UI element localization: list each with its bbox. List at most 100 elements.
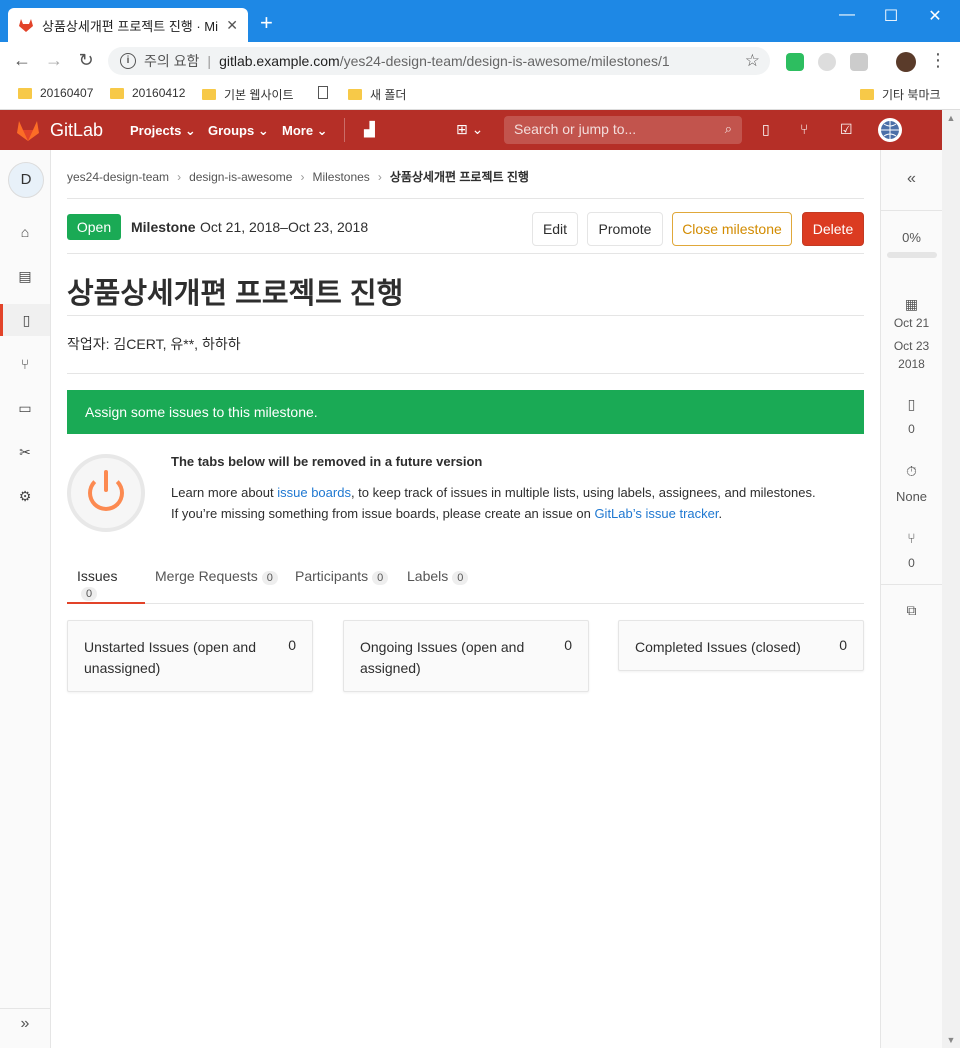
due-year: 2018	[898, 357, 925, 371]
copy-reference-icon[interactable]: ⧉	[881, 602, 942, 619]
extension-icon[interactable]	[818, 53, 836, 71]
address-bar[interactable]: i 주의 요함 | gitlab.example.com/yes24-desig…	[108, 47, 770, 75]
close-tab-icon[interactable]: ✕	[226, 17, 238, 34]
browser-tab[interactable]: 상품상세개편 프로젝트 진행 · Mi ✕	[8, 8, 248, 42]
gitlab-favicon-icon	[19, 19, 33, 32]
issues-icon[interactable]: ▯	[0, 304, 50, 336]
scroll-down-icon[interactable]: ▼	[942, 1032, 960, 1048]
activity-chart-icon[interactable]: ▟	[364, 121, 375, 138]
divider	[67, 315, 864, 316]
column-count: 0	[288, 637, 296, 653]
info-icon[interactable]: i	[120, 53, 136, 69]
delete-button[interactable]: Delete	[802, 212, 864, 246]
start-date: Oct 21	[893, 316, 930, 330]
merge-request-icon[interactable]: ⑂	[0, 348, 50, 380]
column-count: 0	[564, 637, 572, 653]
bookmark-folder[interactable]: 기본 웹사이트	[202, 86, 294, 103]
search-input[interactable]: Search or jump to... ⌕	[504, 116, 742, 144]
expand-sidebar-icon[interactable]: »	[0, 1008, 50, 1038]
minimize-icon[interactable]: —	[832, 6, 862, 26]
groups-menu[interactable]: Groups ⌄	[208, 123, 269, 139]
column-count: 0	[839, 637, 847, 653]
reload-icon[interactable]: ↻	[74, 50, 98, 72]
milestone-title: 상품상세개편 프로젝트 진행	[67, 278, 404, 310]
breadcrumb-current[interactable]: 상품상세개편 프로젝트 진행	[390, 168, 529, 185]
new-item-icon[interactable]: ⊞ ⌄	[456, 121, 483, 138]
tab-participants[interactable]: Participants 0	[285, 568, 398, 604]
snippets-icon[interactable]: ✂	[0, 436, 50, 468]
url-separator: |	[207, 53, 212, 69]
bookmark-folder[interactable]: 20160412	[110, 86, 185, 100]
tab-count: 0	[81, 587, 98, 601]
tab-label: Merge Requests	[155, 568, 258, 584]
unstarted-issues-column: Unstarted Issues (open and unassigned) 0	[67, 620, 313, 692]
scroll-up-icon[interactable]: ▲	[942, 110, 960, 126]
issue-tracker-link[interactable]: GitLab’s issue tracker	[594, 506, 718, 521]
breadcrumb-group[interactable]: yes24-design-team	[67, 170, 169, 184]
folder-icon	[860, 89, 874, 100]
edit-button[interactable]: Edit	[532, 212, 578, 246]
project-sidebar: D ⌂ ▤ ▯ ⑂ ▭ ✂ ⚙ »	[0, 150, 51, 1048]
tab-issues[interactable]: Issues 0	[67, 568, 145, 604]
todo-icon[interactable]: ☑	[840, 121, 853, 138]
repository-icon[interactable]: ▤	[0, 260, 50, 292]
issue-boards-link[interactable]: issue boards	[277, 485, 351, 500]
bookmark-star-icon[interactable]: ☆	[745, 51, 760, 71]
calendar-icon: ▦	[904, 296, 919, 312]
browser-menu-icon[interactable]: ⋮	[926, 50, 950, 72]
bookmark-folder[interactable]: 20160407	[18, 86, 93, 100]
settings-gear-icon[interactable]: ⚙	[0, 480, 50, 512]
back-icon[interactable]: ←	[10, 50, 34, 72]
collapse-sidebar-icon[interactable]: «	[881, 170, 942, 188]
browser-titlebar: 상품상세개편 프로젝트 진행 · Mi ✕ + — ☐ ✕	[0, 0, 960, 42]
user-avatar[interactable]	[878, 118, 902, 142]
power-bar	[104, 470, 108, 492]
tab-title: 상품상세개편 프로젝트 진행 · Mi	[42, 18, 219, 34]
merge-request-icon[interactable]: ⑂	[800, 121, 808, 137]
bookmark-label: 20160412	[132, 86, 186, 100]
close-window-icon[interactable]: ✕	[920, 6, 950, 26]
chevron-right-icon: ›	[177, 169, 182, 184]
bookmark-folder[interactable]: 새 폴더	[348, 86, 406, 103]
time-tracking-value: None	[895, 489, 928, 504]
nav-divider	[344, 118, 345, 142]
bookmark-label: 기본 웹사이트	[224, 88, 294, 102]
tab-count: 0	[261, 571, 278, 585]
breadcrumb-milestones[interactable]: Milestones	[312, 170, 369, 184]
milestone-header: Open Milestone Oct 21, 2018–Oct 23, 2018…	[67, 212, 864, 246]
promote-button[interactable]: Promote	[587, 212, 663, 246]
divider	[67, 373, 864, 374]
page-scrollbar[interactable]: ▲ ▼	[942, 110, 960, 1048]
merge-requests-count: 0	[908, 556, 915, 570]
bookmark-label: 새 폴더	[370, 88, 407, 102]
security-status: 주의 요함	[144, 53, 200, 69]
projects-menu[interactable]: Projects ⌄	[130, 123, 196, 139]
profile-avatar[interactable]	[896, 52, 916, 72]
project-avatar[interactable]: D	[8, 162, 44, 198]
issues-icon[interactable]: ▯	[762, 121, 770, 138]
merge-request-icon: ⑂	[907, 530, 916, 546]
maximize-icon[interactable]: ☐	[876, 6, 906, 26]
extension-icon[interactable]	[850, 53, 868, 71]
gitlab-brand[interactable]: GitLab	[50, 120, 103, 141]
tab-label: Labels	[407, 568, 449, 584]
close-milestone-button[interactable]: Close milestone	[672, 212, 792, 246]
more-menu[interactable]: More ⌄	[282, 123, 328, 139]
progress-bar	[887, 252, 937, 258]
bookmark-page[interactable]	[318, 86, 336, 99]
wiki-icon[interactable]: ▭	[0, 392, 50, 424]
other-bookmarks[interactable]: 기타 북마크	[860, 86, 941, 103]
milestone-label: Milestone	[131, 219, 196, 235]
breadcrumb-project[interactable]: design-is-awesome	[189, 170, 292, 184]
forward-icon[interactable]: →	[42, 50, 66, 72]
alert-banner: Assign some issues to this milestone.	[67, 390, 864, 434]
folder-icon	[202, 89, 216, 100]
column-title: Completed Issues (closed)	[635, 639, 801, 655]
gitlab-logo-icon[interactable]	[16, 120, 40, 142]
new-tab-button[interactable]: +	[260, 12, 273, 34]
tab-labels[interactable]: Labels 0	[397, 568, 478, 604]
evernote-extension-icon[interactable]	[786, 53, 804, 71]
home-icon[interactable]: ⌂	[0, 216, 50, 248]
divider	[67, 198, 864, 199]
tab-merge-requests[interactable]: Merge Requests 0	[145, 568, 288, 604]
